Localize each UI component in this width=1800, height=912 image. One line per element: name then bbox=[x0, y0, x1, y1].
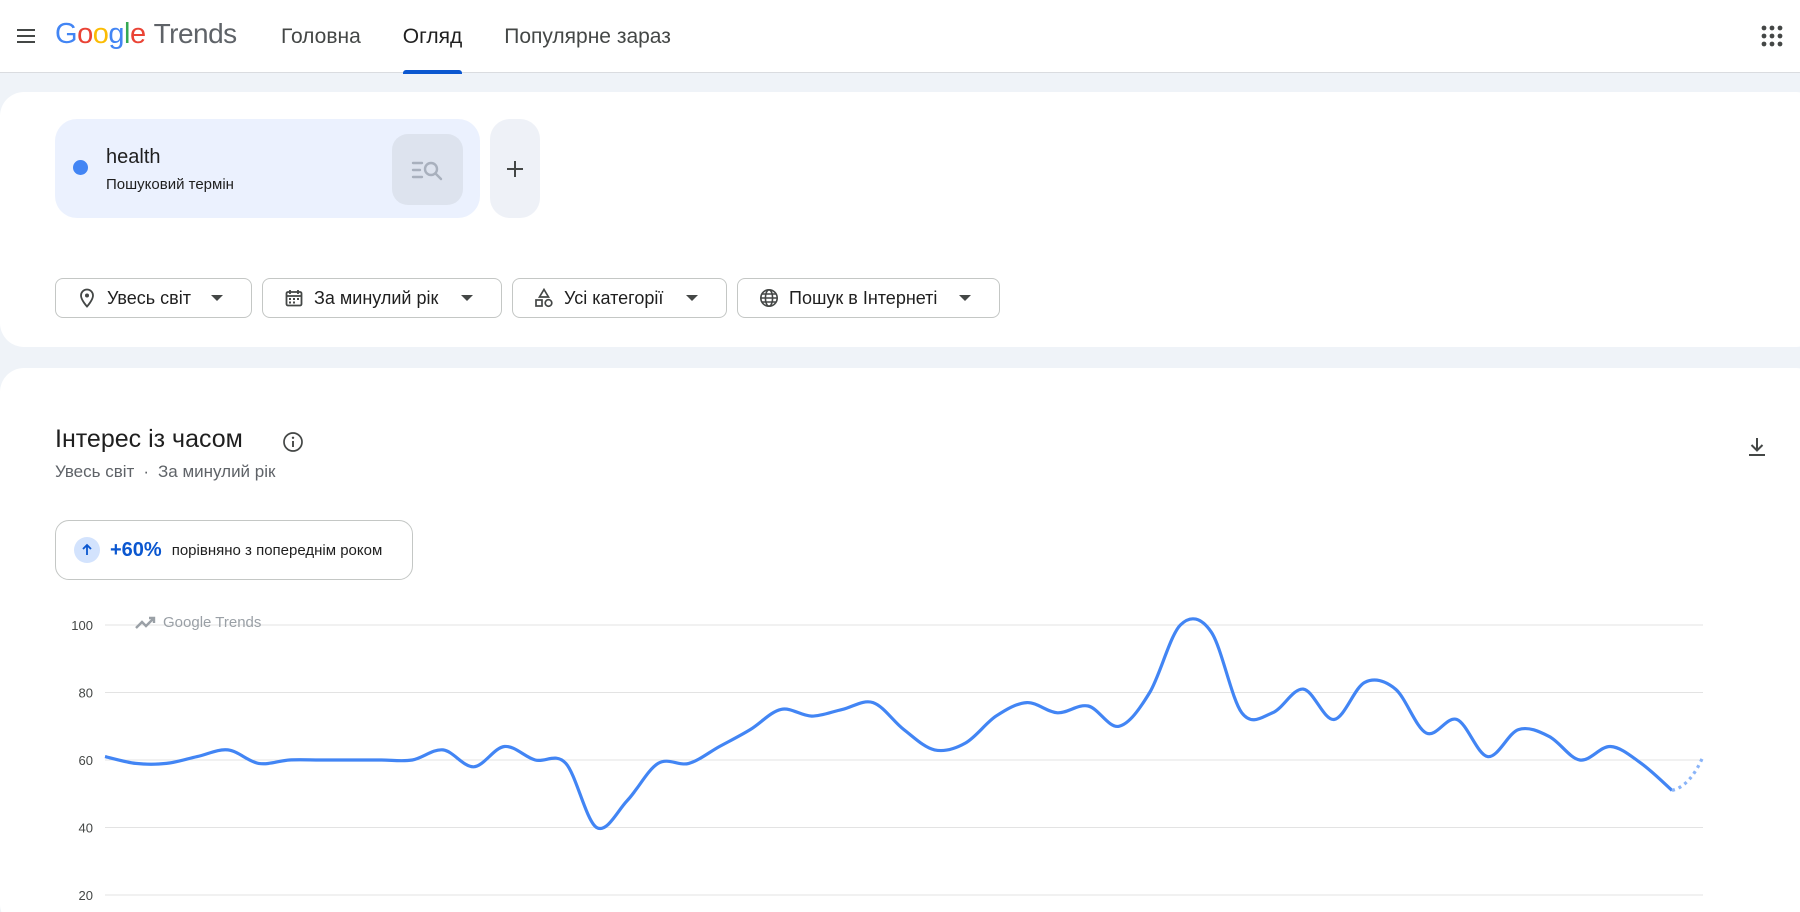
download-icon bbox=[1749, 438, 1765, 456]
region-filter[interactable]: Увесь світ bbox=[55, 278, 252, 318]
apps-grid-icon bbox=[1761, 25, 1783, 47]
yoy-change-value: +60% bbox=[110, 538, 162, 561]
term-color-dot bbox=[73, 160, 88, 175]
trending-up-icon bbox=[135, 616, 156, 629]
search-type-filter-label: Пошук в Інтернеті bbox=[789, 287, 938, 308]
subtitle-separator: · bbox=[143, 462, 149, 481]
y-tick-label: 40 bbox=[79, 821, 93, 836]
watermark-text: Google Trends bbox=[163, 614, 262, 631]
y-tick-label: 80 bbox=[79, 686, 93, 701]
yoy-change-card: +60% порівняно з попереднім роком bbox=[55, 520, 413, 580]
menu-button[interactable] bbox=[6, 16, 46, 56]
calendar-icon bbox=[284, 288, 304, 308]
interest-line-chart: 100 80 60 40 20 bbox=[71, 617, 1705, 903]
category-filter[interactable]: Усі категорії bbox=[512, 278, 727, 318]
main-nav: Головна Огляд Популярне зараз bbox=[260, 0, 692, 74]
y-tick-label: 100 bbox=[71, 618, 93, 633]
search-list-icon bbox=[411, 161, 442, 180]
chart-title: Інтерес із часом bbox=[55, 425, 243, 453]
series-line-health[interactable] bbox=[104, 617, 1674, 831]
tab-explore[interactable]: Огляд bbox=[382, 0, 483, 74]
chevron-down-icon bbox=[686, 295, 698, 301]
series-partial-tail bbox=[1671, 755, 1705, 792]
search-term-chip[interactable]: health Пошуковий термін bbox=[55, 119, 480, 218]
chevron-down-icon bbox=[959, 295, 971, 301]
chart-subtitle: Увесь світ · За минулий рік bbox=[55, 462, 275, 482]
chevron-down-icon bbox=[211, 295, 223, 301]
yoy-change-label: порівняно з попереднім роком bbox=[171, 541, 383, 559]
top-app-bar: Go o g l e Trends Головна Огляд Популярне зар… bbox=[0, 0, 1800, 74]
google-trends-logo[interactable]: Go o g l e Trends bbox=[55, 14, 237, 54]
term-name: health bbox=[106, 146, 161, 168]
chart-watermark: Google Trends bbox=[135, 614, 261, 631]
subtitle-region: Увесь світ bbox=[55, 462, 135, 481]
y-tick-label: 60 bbox=[79, 753, 93, 768]
region-filter-label: Увесь світ bbox=[107, 287, 191, 308]
google-apps-button[interactable] bbox=[1752, 16, 1792, 56]
category-filter-label: Усі категорії bbox=[564, 287, 664, 308]
period-filter-label: За минулий рік bbox=[314, 287, 439, 308]
search-type-filter[interactable]: Пошук в Інтернеті bbox=[737, 278, 1000, 318]
term-type: Пошуковий термін bbox=[106, 176, 234, 193]
chevron-down-icon bbox=[461, 295, 473, 301]
download-button[interactable] bbox=[1740, 430, 1774, 464]
add-comparison-button[interactable] bbox=[490, 119, 540, 218]
category-shapes-icon bbox=[534, 288, 554, 308]
info-icon[interactable] bbox=[282, 431, 304, 453]
subtitle-period: За минулий рік bbox=[158, 462, 276, 481]
globe-icon bbox=[759, 288, 779, 308]
tab-trending-now[interactable]: Популярне зараз bbox=[483, 0, 692, 73]
y-tick-label: 20 bbox=[79, 888, 93, 903]
menu-icon bbox=[17, 29, 35, 43]
tab-home[interactable]: Головна bbox=[260, 0, 382, 73]
term-search-button[interactable] bbox=[392, 134, 463, 205]
arrow-up-icon bbox=[74, 537, 100, 563]
location-pin-icon bbox=[77, 288, 97, 308]
period-filter[interactable]: За минулий рік bbox=[262, 278, 502, 318]
plus-icon bbox=[507, 160, 523, 177]
